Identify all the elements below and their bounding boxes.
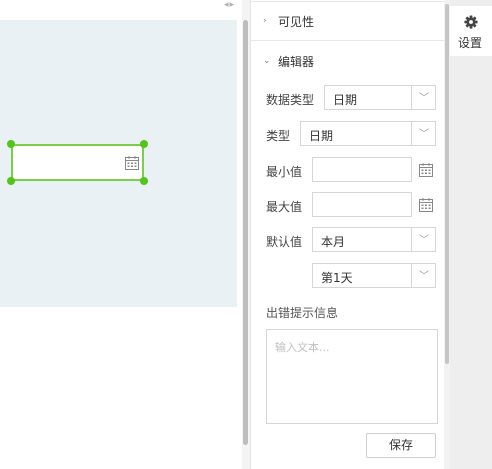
data-type-dropdown-arrow[interactable]: ﹀ [411, 86, 435, 109]
resize-handle-bottom-left[interactable] [7, 177, 15, 185]
data-type-select[interactable]: 日期 ﹀ [324, 85, 436, 110]
date-picker-widget[interactable] [11, 144, 144, 181]
default-offset-dropdown-arrow[interactable]: ﹀ [411, 264, 435, 287]
chevron-down-icon: ﹀ [419, 93, 429, 104]
gear-icon [464, 15, 478, 29]
calendar-icon [125, 156, 139, 170]
type-label: 类型 [266, 129, 291, 143]
min-value-calendar-icon[interactable] [418, 162, 434, 178]
settings-tab[interactable]: 设置 [450, 6, 492, 56]
default-value-select[interactable]: 本月 ﹀ [312, 227, 436, 252]
chevron-down-icon: ﹀ [419, 271, 429, 282]
max-value-label: 最大值 [266, 200, 303, 214]
resize-handle-bottom-right[interactable] [140, 177, 148, 185]
error-message-textarea[interactable]: 输入文本... [266, 329, 438, 424]
default-offset-select[interactable]: 第1天 ﹀ [312, 263, 436, 288]
default-value-dropdown-arrow[interactable]: ﹀ [411, 228, 435, 251]
max-value-input[interactable] [312, 192, 412, 217]
section-visibility[interactable]: › 可见性 [250, 1, 444, 41]
error-message-placeholder: 输入文本... [275, 341, 330, 354]
default-value-value: 本月 [321, 235, 346, 249]
right-sidebar [450, 0, 492, 469]
data-type-value: 日期 [333, 93, 358, 107]
settings-label: 设置 [458, 36, 483, 50]
chevron-down-icon: ⌄ [263, 56, 271, 66]
type-dropdown-arrow[interactable]: ﹀ [411, 122, 435, 145]
canvas-scrollbar[interactable] [243, 20, 248, 445]
canvas-lower-area[interactable] [0, 307, 237, 469]
section-visibility-title: 可见性 [278, 14, 315, 29]
chevron-right-icon: › [263, 16, 267, 26]
save-button[interactable]: 保存 [366, 433, 436, 458]
data-type-label: 数据类型 [266, 93, 315, 107]
chevron-down-icon: ﹀ [419, 235, 429, 246]
section-editor[interactable]: ⌄ 编辑器 [250, 41, 444, 81]
default-offset-value: 第1天 [321, 271, 353, 285]
panel-scrollbar[interactable] [445, 4, 449, 364]
resize-handle-top-left[interactable] [7, 140, 15, 148]
section-editor-title: 编辑器 [278, 54, 315, 69]
error-message-label: 出错提示信息 [266, 306, 339, 320]
resize-handle-top-right[interactable] [140, 140, 148, 148]
type-select[interactable]: 日期 ﹀ [300, 121, 436, 146]
type-value: 日期 [309, 129, 334, 143]
max-value-calendar-icon[interactable] [418, 197, 434, 213]
min-value-input[interactable] [312, 157, 412, 182]
canvas-top-bar [0, 0, 242, 20]
design-canvas[interactable]: ◂▸ [0, 0, 242, 469]
collapse-panel-arrows-icon[interactable]: ◂▸ [224, 0, 244, 12]
min-value-label: 最小值 [266, 165, 303, 179]
default-value-label: 默认值 [266, 235, 303, 249]
chevron-down-icon: ﹀ [419, 129, 429, 140]
